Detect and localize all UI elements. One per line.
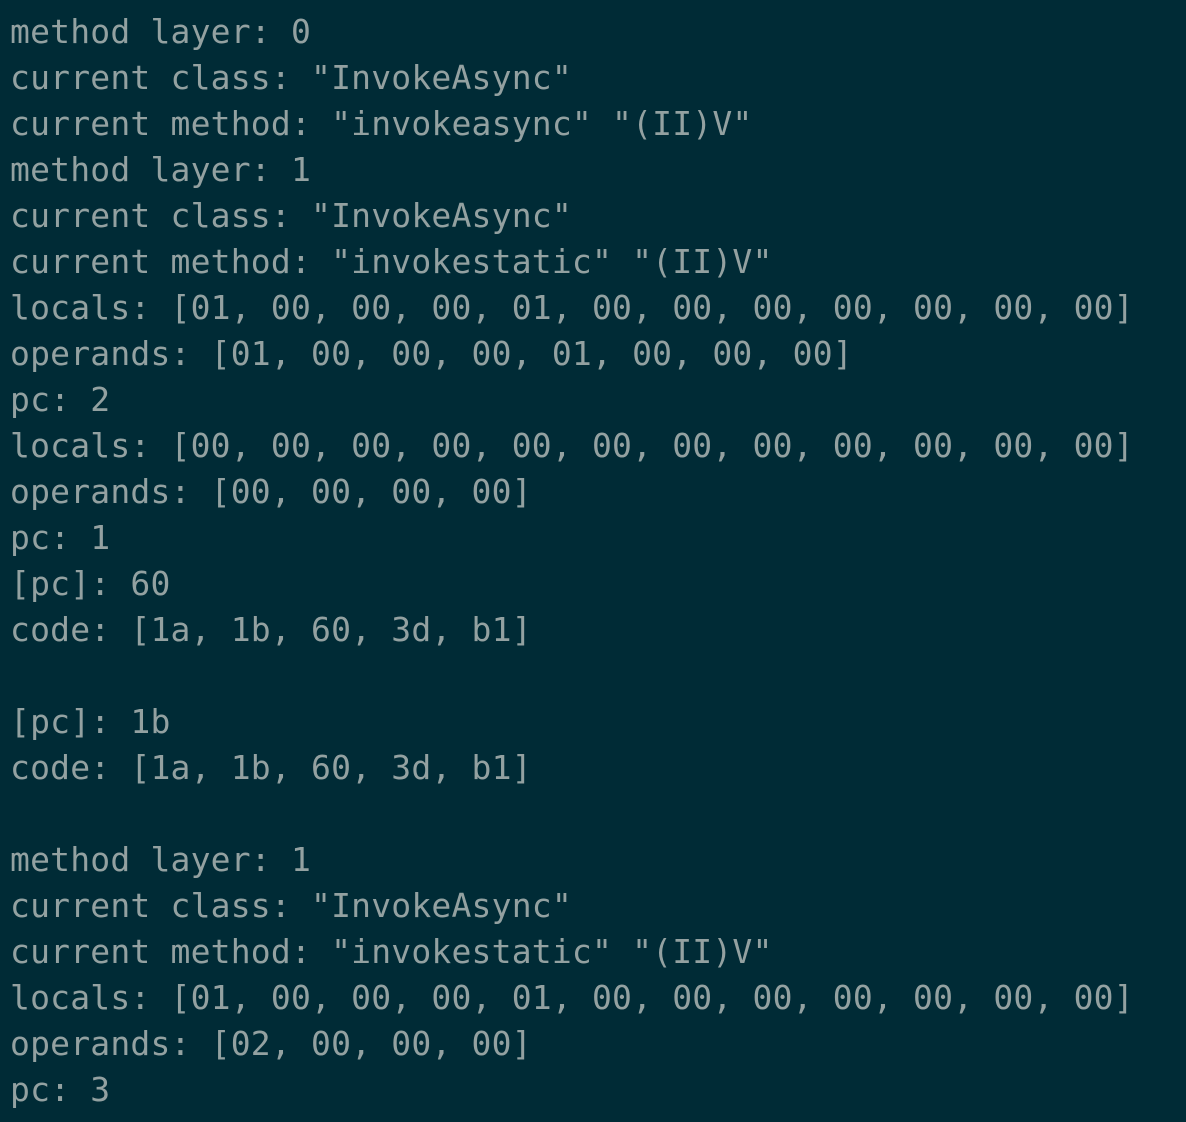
output-line: current class: "InvokeAsync" <box>10 196 572 235</box>
output-line: current class: "InvokeAsync" <box>10 58 572 97</box>
output-line: current method: "invokestatic" "(II)V" <box>10 242 773 281</box>
output-line: locals: [00, 00, 00, 00, 00, 00, 00, 00,… <box>10 426 1134 465</box>
output-line: locals: [01, 00, 00, 00, 01, 00, 00, 00,… <box>10 288 1134 327</box>
output-line: pc: 3 <box>10 1070 111 1109</box>
output-line: operands: [00, 00, 00, 00] <box>10 472 532 511</box>
output-line: [pc]: 1b <box>10 702 171 741</box>
output-line: current method: "invokeasync" "(II)V" <box>10 104 753 143</box>
output-line: pc: 2 <box>10 380 111 419</box>
terminal-output[interactable]: method layer: 0 current class: "InvokeAs… <box>0 0 1186 1122</box>
output-line: operands: [02, 00, 00, 00] <box>10 1024 532 1063</box>
output-line: [pc]: 60 <box>10 564 171 603</box>
output-line: code: [1a, 1b, 60, 3d, b1] <box>10 610 532 649</box>
output-line: code: [1a, 1b, 60, 3d, b1] <box>10 748 532 787</box>
output-line: operands: [01, 00, 00, 00, 01, 00, 00, 0… <box>10 334 853 373</box>
output-line: method layer: 1 <box>10 150 312 189</box>
output-line: method layer: 1 <box>10 840 312 879</box>
output-line: method layer: 0 <box>10 12 312 51</box>
output-line: locals: [01, 00, 00, 00, 01, 00, 00, 00,… <box>10 978 1134 1017</box>
output-line: current class: "InvokeAsync" <box>10 886 572 925</box>
output-line: current method: "invokestatic" "(II)V" <box>10 932 773 971</box>
output-line: pc: 1 <box>10 518 111 557</box>
